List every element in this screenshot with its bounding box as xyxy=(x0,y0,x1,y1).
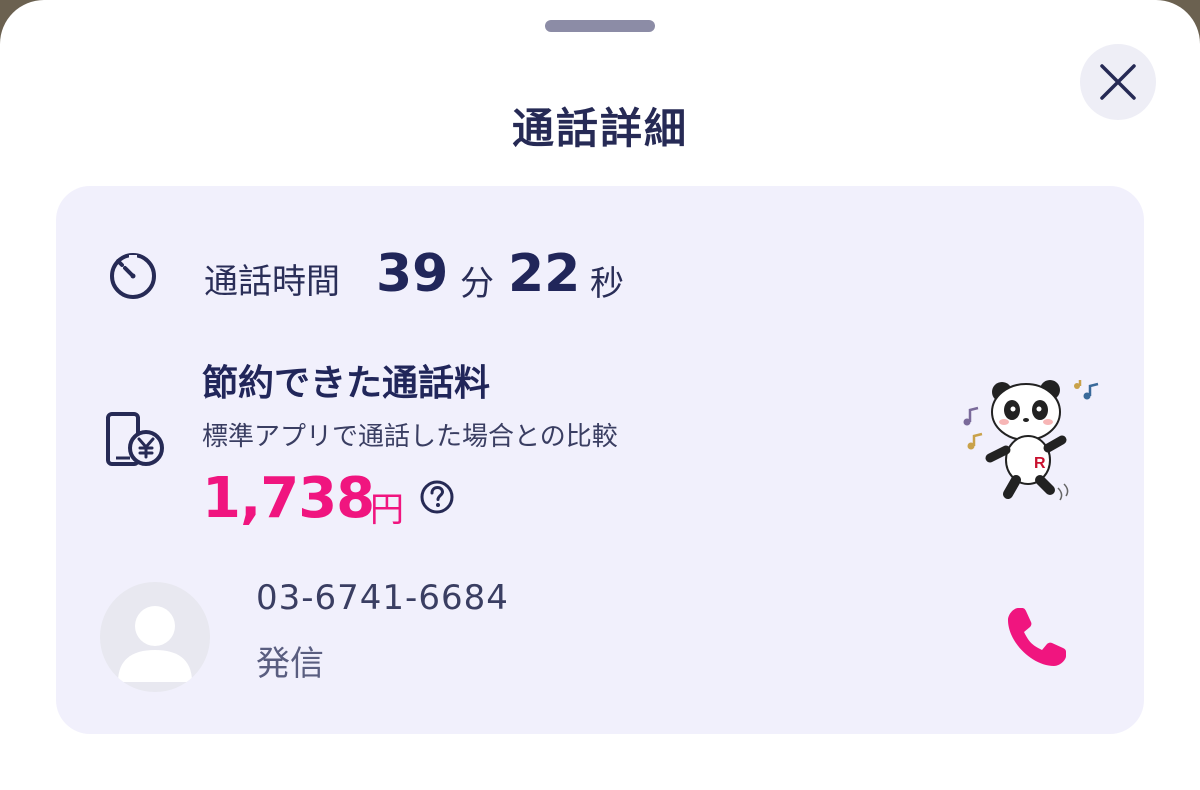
svg-text:R: R xyxy=(1034,455,1046,472)
person-icon xyxy=(118,606,192,682)
call-summary-card: 通話時間 39 分 22 秒 節約できた通話料 標準アプリで通話した場合との比較… xyxy=(56,186,1144,734)
panda-mascot-illustration: R xyxy=(963,380,1099,501)
savings-title: 節約できた通話料 xyxy=(202,363,491,404)
call-direction-label: 発信 xyxy=(256,644,324,684)
duration-seconds: 22 xyxy=(508,244,581,304)
contact-phone-number: 03-6741-6684 xyxy=(256,578,509,618)
duration-minutes-unit: 分 xyxy=(460,264,494,304)
page-title: 通話詳細 xyxy=(511,104,688,153)
savings-amount: 1,738 xyxy=(202,466,375,531)
duration-label: 通話時間 xyxy=(204,262,340,302)
savings-unit: 円 xyxy=(370,490,404,530)
duration-seconds-unit: 秒 xyxy=(590,264,624,304)
phone-yen-icon xyxy=(106,412,164,466)
phone-icon[interactable] xyxy=(996,598,1076,678)
call-detail-sheet: 通話詳細 通話時間 39 分 22 秒 節約できた通話料 標準アプリで通話した場… xyxy=(0,0,1200,790)
sheet-grabber[interactable] xyxy=(545,20,655,32)
help-icon[interactable] xyxy=(420,480,454,514)
avatar xyxy=(100,582,210,692)
timer-icon xyxy=(110,253,156,299)
duration-minutes: 39 xyxy=(376,244,449,304)
savings-subtitle: 標準アプリで通話した場合との比較 xyxy=(202,422,618,452)
